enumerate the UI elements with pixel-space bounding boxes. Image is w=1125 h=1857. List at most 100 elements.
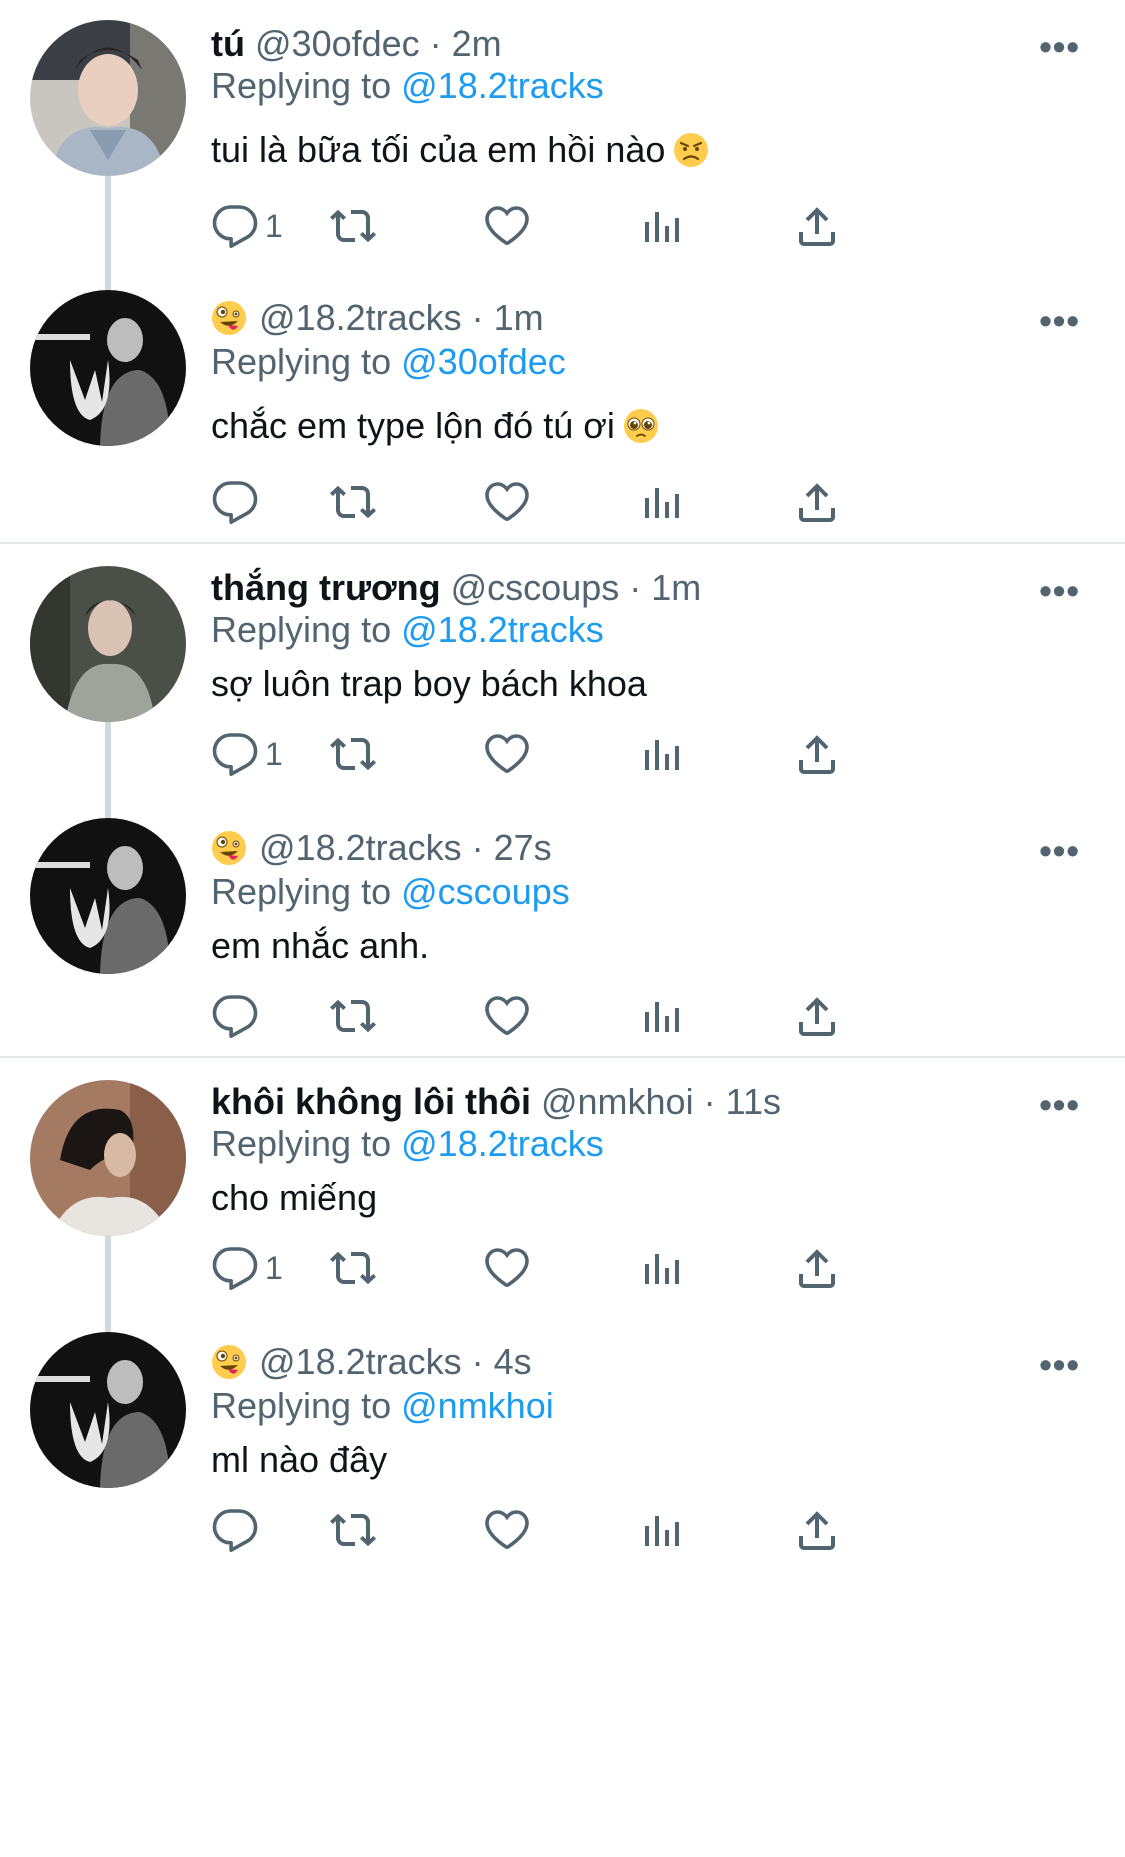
views-icon bbox=[639, 1506, 687, 1554]
handle[interactable]: @cscoups bbox=[451, 567, 620, 608]
more-icon[interactable]: ••• bbox=[1039, 300, 1080, 342]
share-icon bbox=[793, 730, 841, 778]
timestamp[interactable]: · 27s bbox=[472, 827, 552, 868]
reply-icon bbox=[211, 202, 259, 250]
reply-button[interactable] bbox=[211, 1504, 265, 1556]
handle[interactable]: @18.2tracks bbox=[259, 297, 462, 338]
timestamp[interactable]: · 2m bbox=[430, 23, 502, 64]
like-button[interactable] bbox=[483, 728, 531, 780]
timestamp[interactable]: · 1m bbox=[629, 567, 701, 608]
share-button[interactable] bbox=[793, 476, 841, 528]
replying-to-handle[interactable]: @18.2tracks bbox=[401, 65, 604, 106]
reply-button[interactable] bbox=[211, 476, 265, 528]
share-button[interactable] bbox=[793, 1242, 841, 1294]
replying-to: Replying to @18.2tracks bbox=[211, 64, 604, 108]
share-button[interactable] bbox=[793, 990, 841, 1042]
tweet-1[interactable]: tú @30ofdec · 2m ••• Replying to @18.2tr… bbox=[0, 0, 1125, 290]
handle[interactable]: @18.2tracks bbox=[259, 827, 462, 868]
avatar[interactable] bbox=[30, 1080, 186, 1236]
views-button[interactable] bbox=[639, 200, 687, 252]
more-icon[interactable]: ••• bbox=[1039, 1084, 1080, 1126]
views-icon bbox=[639, 992, 687, 1040]
like-button[interactable] bbox=[483, 1504, 531, 1556]
views-button[interactable] bbox=[639, 990, 687, 1042]
action-bar bbox=[211, 990, 1011, 1042]
views-icon bbox=[639, 730, 687, 778]
like-button[interactable] bbox=[483, 1242, 531, 1294]
like-button[interactable] bbox=[483, 200, 531, 252]
retweet-button[interactable] bbox=[329, 728, 377, 780]
share-button[interactable] bbox=[793, 200, 841, 252]
handle[interactable]: @18.2tracks bbox=[259, 1341, 462, 1382]
reply-button[interactable]: 1 bbox=[211, 200, 283, 252]
views-button[interactable] bbox=[639, 728, 687, 780]
avatar[interactable] bbox=[30, 290, 186, 446]
like-button[interactable] bbox=[483, 990, 531, 1042]
display-name[interactable]: khôi không lôi thôi bbox=[211, 1081, 531, 1122]
tweet-header: thắng trương @cscoups · 1m bbox=[211, 566, 701, 610]
replying-label: Replying to bbox=[211, 65, 392, 106]
heart-icon bbox=[483, 478, 531, 526]
more-icon[interactable]: ••• bbox=[1039, 570, 1080, 612]
replying-label: Replying to bbox=[211, 609, 392, 650]
reply-button[interactable]: 1 bbox=[211, 728, 283, 780]
tweet-text: em nhắc anh. bbox=[211, 924, 429, 968]
action-bar: 1 bbox=[211, 1242, 1011, 1294]
replying-label: Replying to bbox=[211, 341, 392, 382]
replying-label: Replying to bbox=[211, 1123, 392, 1164]
tweet-4[interactable]: @18.2tracks · 27s ••• Replying to @cscou… bbox=[0, 818, 1125, 1056]
replying-to-handle[interactable]: @cscoups bbox=[401, 871, 570, 912]
handle[interactable]: @30ofdec bbox=[255, 23, 420, 64]
tweet-6[interactable]: @18.2tracks · 4s ••• Replying to @nmkhoi… bbox=[0, 1332, 1125, 1857]
zany-face-icon bbox=[211, 300, 247, 336]
tweet-text: ml nào đây bbox=[211, 1438, 387, 1482]
heart-icon bbox=[483, 992, 531, 1040]
replying-to-handle[interactable]: @nmkhoi bbox=[401, 1385, 554, 1426]
views-button[interactable] bbox=[639, 1242, 687, 1294]
retweet-icon bbox=[329, 1244, 377, 1292]
tweet-header: tú @30ofdec · 2m bbox=[211, 22, 502, 66]
tweet-3[interactable]: thắng trương @cscoups · 1m ••• Replying … bbox=[0, 544, 1125, 814]
more-icon[interactable]: ••• bbox=[1039, 830, 1080, 872]
replying-to-handle[interactable]: @18.2tracks bbox=[401, 1123, 604, 1164]
handle[interactable]: @nmkhoi bbox=[541, 1081, 694, 1122]
avatar[interactable] bbox=[30, 566, 186, 722]
heart-icon bbox=[483, 202, 531, 250]
retweet-icon bbox=[329, 1506, 377, 1554]
replying-to: Replying to @18.2tracks bbox=[211, 608, 604, 652]
replying-to-handle[interactable]: @30ofdec bbox=[401, 341, 566, 382]
avatar[interactable] bbox=[30, 818, 186, 974]
timestamp[interactable]: · 4s bbox=[472, 1341, 532, 1382]
timestamp[interactable]: · 1m bbox=[472, 297, 544, 338]
zany-face-icon bbox=[211, 830, 247, 866]
avatar[interactable] bbox=[30, 20, 186, 176]
retweet-button[interactable] bbox=[329, 476, 377, 528]
tweet-5[interactable]: khôi không lôi thôi @nmkhoi · 11s ••• Re… bbox=[0, 1058, 1125, 1330]
replying-to-handle[interactable]: @18.2tracks bbox=[401, 609, 604, 650]
avatar[interactable] bbox=[30, 1332, 186, 1488]
views-button[interactable] bbox=[639, 1504, 687, 1556]
reply-button[interactable] bbox=[211, 990, 265, 1042]
reply-icon bbox=[211, 730, 259, 778]
retweet-button[interactable] bbox=[329, 990, 377, 1042]
reply-button[interactable]: 1 bbox=[211, 1242, 283, 1294]
action-bar: 1 bbox=[211, 728, 1011, 780]
retweet-button[interactable] bbox=[329, 1242, 377, 1294]
share-button[interactable] bbox=[793, 728, 841, 780]
retweet-button[interactable] bbox=[329, 200, 377, 252]
like-button[interactable] bbox=[483, 476, 531, 528]
reply-icon bbox=[211, 478, 259, 526]
tweet-text: sợ luôn trap boy bách khoa bbox=[211, 662, 647, 706]
tweet-2[interactable]: @18.2tracks · 1m ••• Replying to @30ofde… bbox=[0, 290, 1125, 542]
views-button[interactable] bbox=[639, 476, 687, 528]
display-name[interactable]: tú bbox=[211, 23, 245, 64]
timestamp[interactable]: · 11s bbox=[704, 1081, 781, 1122]
action-bar bbox=[211, 476, 1011, 528]
display-name[interactable]: thắng trương bbox=[211, 567, 441, 608]
tweet-text: chắc em type lộn đó tú ơi bbox=[211, 404, 659, 448]
retweet-button[interactable] bbox=[329, 1504, 377, 1556]
more-icon[interactable]: ••• bbox=[1039, 26, 1080, 68]
more-icon[interactable]: ••• bbox=[1039, 1344, 1080, 1386]
share-button[interactable] bbox=[793, 1504, 841, 1556]
heart-icon bbox=[483, 1244, 531, 1292]
